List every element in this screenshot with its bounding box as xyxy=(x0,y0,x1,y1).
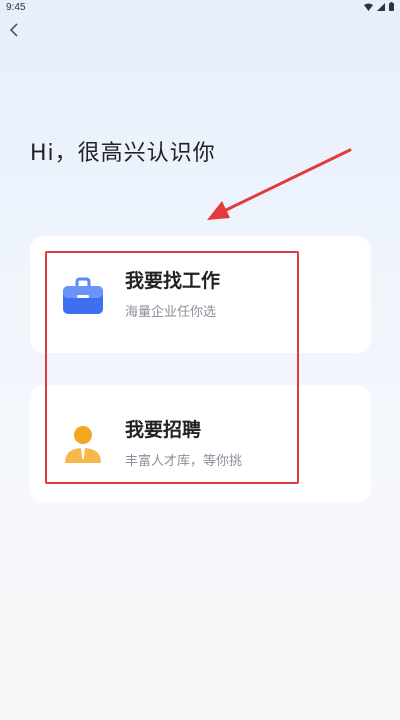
briefcase-icon xyxy=(63,277,103,314)
status-icons xyxy=(364,2,394,11)
annotation-arrow-icon xyxy=(207,148,352,220)
option-title: 我要找工作 xyxy=(125,270,221,292)
option-card-find-job[interactable]: 我要找工作 海量企业任你选 xyxy=(30,236,371,353)
signal-icon xyxy=(377,2,385,11)
greeting-title: Hi，很高兴认识你 xyxy=(30,141,216,166)
battery-icon xyxy=(389,2,394,11)
option-title: 我要招聘 xyxy=(125,419,202,441)
back-button[interactable] xyxy=(4,20,24,40)
option-subtitle: 海量企业任你选 xyxy=(125,305,217,320)
status-time: 9:45 xyxy=(6,2,26,13)
person-icon xyxy=(65,426,101,463)
wifi-icon xyxy=(364,3,373,11)
option-card-recruit[interactable]: 我要招聘 丰富人才库，等你挑 xyxy=(30,385,371,502)
option-subtitle: 丰富人才库，等你挑 xyxy=(125,454,243,469)
status-bar: 9:45 xyxy=(0,0,400,16)
chevron-left-icon xyxy=(9,23,18,37)
